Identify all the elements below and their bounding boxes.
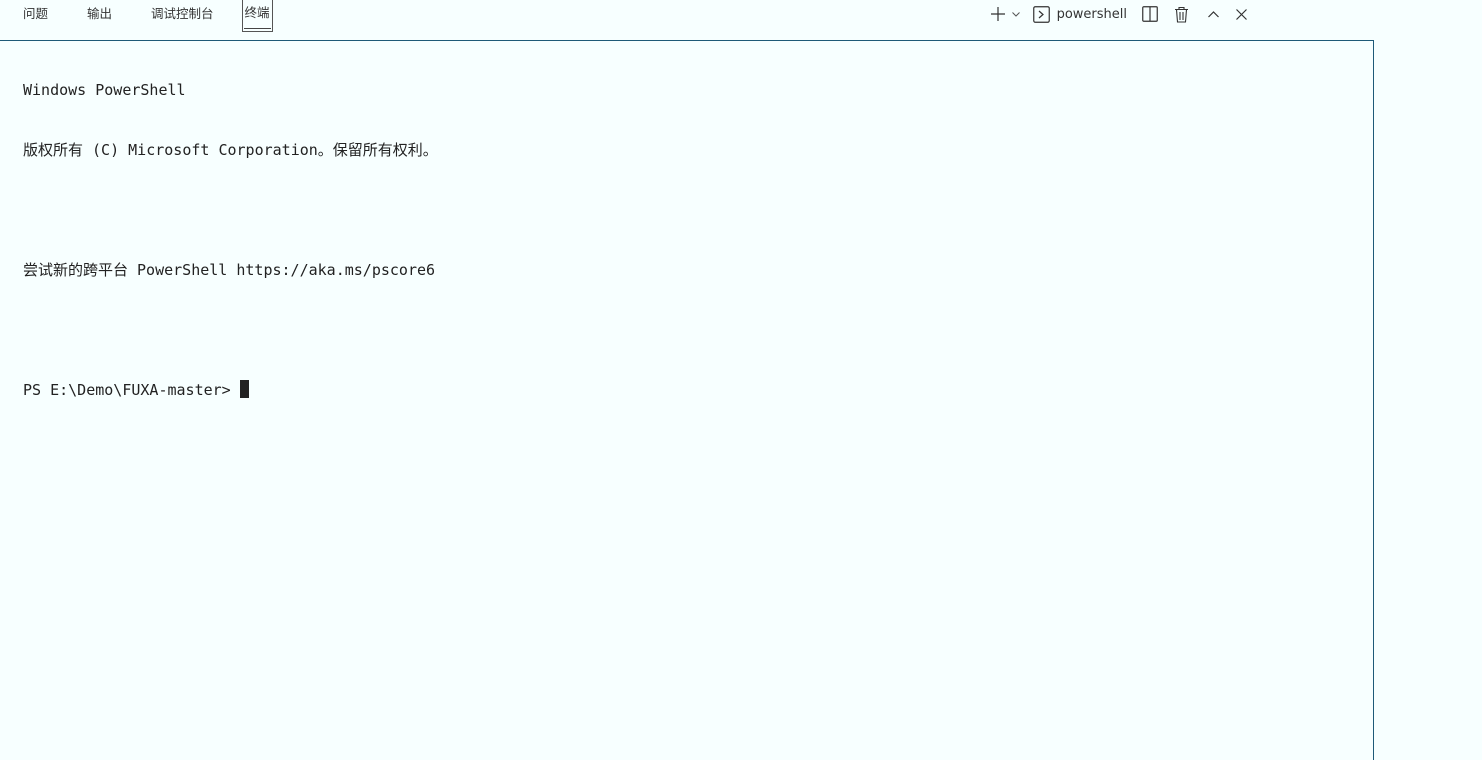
terminal-icon[interactable]	[1033, 5, 1051, 23]
panel-tabs: 问题 输出 调试控制台 终端	[14, 0, 294, 40]
terminal-output: Windows PowerShell 版权所有 (C) Microsoft Co…	[23, 40, 438, 440]
chevron-up-icon[interactable]	[1204, 5, 1222, 23]
tab-terminal[interactable]: 终端	[241, 0, 273, 32]
close-icon[interactable]	[1232, 5, 1250, 23]
terminal-prompt-line[interactable]: PS E:\Demo\FUXA-master>	[23, 380, 438, 400]
trash-icon[interactable]	[1172, 5, 1190, 23]
panel-header: 问题 输出 调试控制台 终端 powershell	[0, 0, 1374, 40]
plus-icon[interactable]	[989, 5, 1007, 23]
terminal-line: Windows PowerShell	[23, 81, 186, 99]
shell-selector-label[interactable]: powershell	[1057, 7, 1127, 22]
split-icon[interactable]	[1141, 5, 1159, 23]
terminal-cursor	[239, 380, 249, 398]
tab-problems[interactable]: 问题	[14, 0, 57, 26]
tab-debug-console[interactable]: 调试控制台	[142, 0, 223, 26]
tab-output[interactable]: 输出	[78, 0, 121, 26]
terminal-line: 版权所有 (C) Microsoft Corporation。保留所有权利。	[23, 141, 438, 159]
terminal-area[interactable]: Windows PowerShell 版权所有 (C) Microsoft Co…	[0, 40, 1374, 760]
chevron-down-icon[interactable]	[1009, 5, 1023, 23]
terminal-prompt: PS E:\Demo\FUXA-master>	[23, 381, 231, 399]
panel-actions: powershell	[989, 0, 1374, 28]
terminal-line: 尝试新的跨平台 PowerShell https://aka.ms/pscore…	[23, 261, 436, 279]
